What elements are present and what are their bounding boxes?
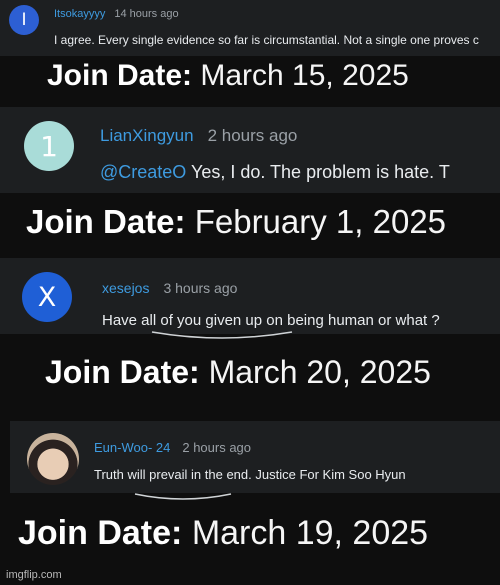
join-date-label: Join Date: February 1, 2025	[26, 203, 447, 240]
comment-timestamp: 2 hours ago	[207, 126, 298, 145]
comment-card-1: I Itsokayyyy 14 hours ago I agree. Every…	[0, 0, 500, 56]
comment-text: Truth will prevail in the end. Justice F…	[94, 467, 406, 482]
comment-card-4: Eun-Woo- 24 2 hours ago Truth will preva…	[10, 421, 500, 493]
user-avatar[interactable]: I	[9, 5, 39, 35]
join-date-band-2: Join Date: February 1, 2025	[0, 193, 500, 251]
comment-text: @CreateO Yes, I do. The problem is hate.…	[100, 162, 450, 182]
comment-timestamp: 3 hours ago	[163, 280, 238, 296]
join-date-band-4: Join Date: March 19, 2025	[0, 500, 500, 585]
comment-timestamp: 14 hours ago	[114, 8, 179, 20]
divider-arc	[151, 331, 293, 339]
user-avatar[interactable]: X	[22, 272, 72, 322]
mention-link[interactable]: @CreateO	[100, 162, 186, 182]
user-avatar[interactable]: 1	[24, 121, 74, 171]
join-date-label: Join Date: March 15, 2025	[47, 59, 409, 92]
join-date-band-3: Join Date: March 20, 2025	[0, 342, 500, 420]
comment-text: Have all of you given up on being human …	[102, 312, 440, 329]
join-date-band-1: Join Date: March 15, 2025	[0, 56, 500, 100]
join-date-label: Join Date: March 19, 2025	[18, 514, 429, 552]
comment-card-2: 1 LianXingyun 2 hours ago @CreateO Yes, …	[0, 107, 500, 193]
username-link[interactable]: LianXingyun	[100, 126, 194, 146]
username-link[interactable]: Eun-Woo- 24	[94, 440, 170, 455]
comment-timestamp: 2 hours ago	[182, 440, 252, 455]
join-date-value: March 15, 2025	[200, 59, 409, 92]
join-date-value: February 1, 2025	[194, 203, 447, 240]
watermark: imgflip.com	[6, 569, 62, 581]
username-link[interactable]: xesejos	[102, 280, 149, 296]
comment-text: I agree. Every single evidence so far is…	[54, 33, 479, 47]
join-date-value: March 19, 2025	[191, 514, 429, 552]
user-avatar[interactable]	[27, 433, 79, 485]
join-date-value: March 20, 2025	[208, 354, 431, 390]
username-link[interactable]: Itsokayyyy	[54, 8, 105, 20]
comment-card-3: X xesejos 3 hours ago Have all of you gi…	[0, 258, 500, 334]
join-date-label: Join Date: March 20, 2025	[45, 354, 431, 390]
